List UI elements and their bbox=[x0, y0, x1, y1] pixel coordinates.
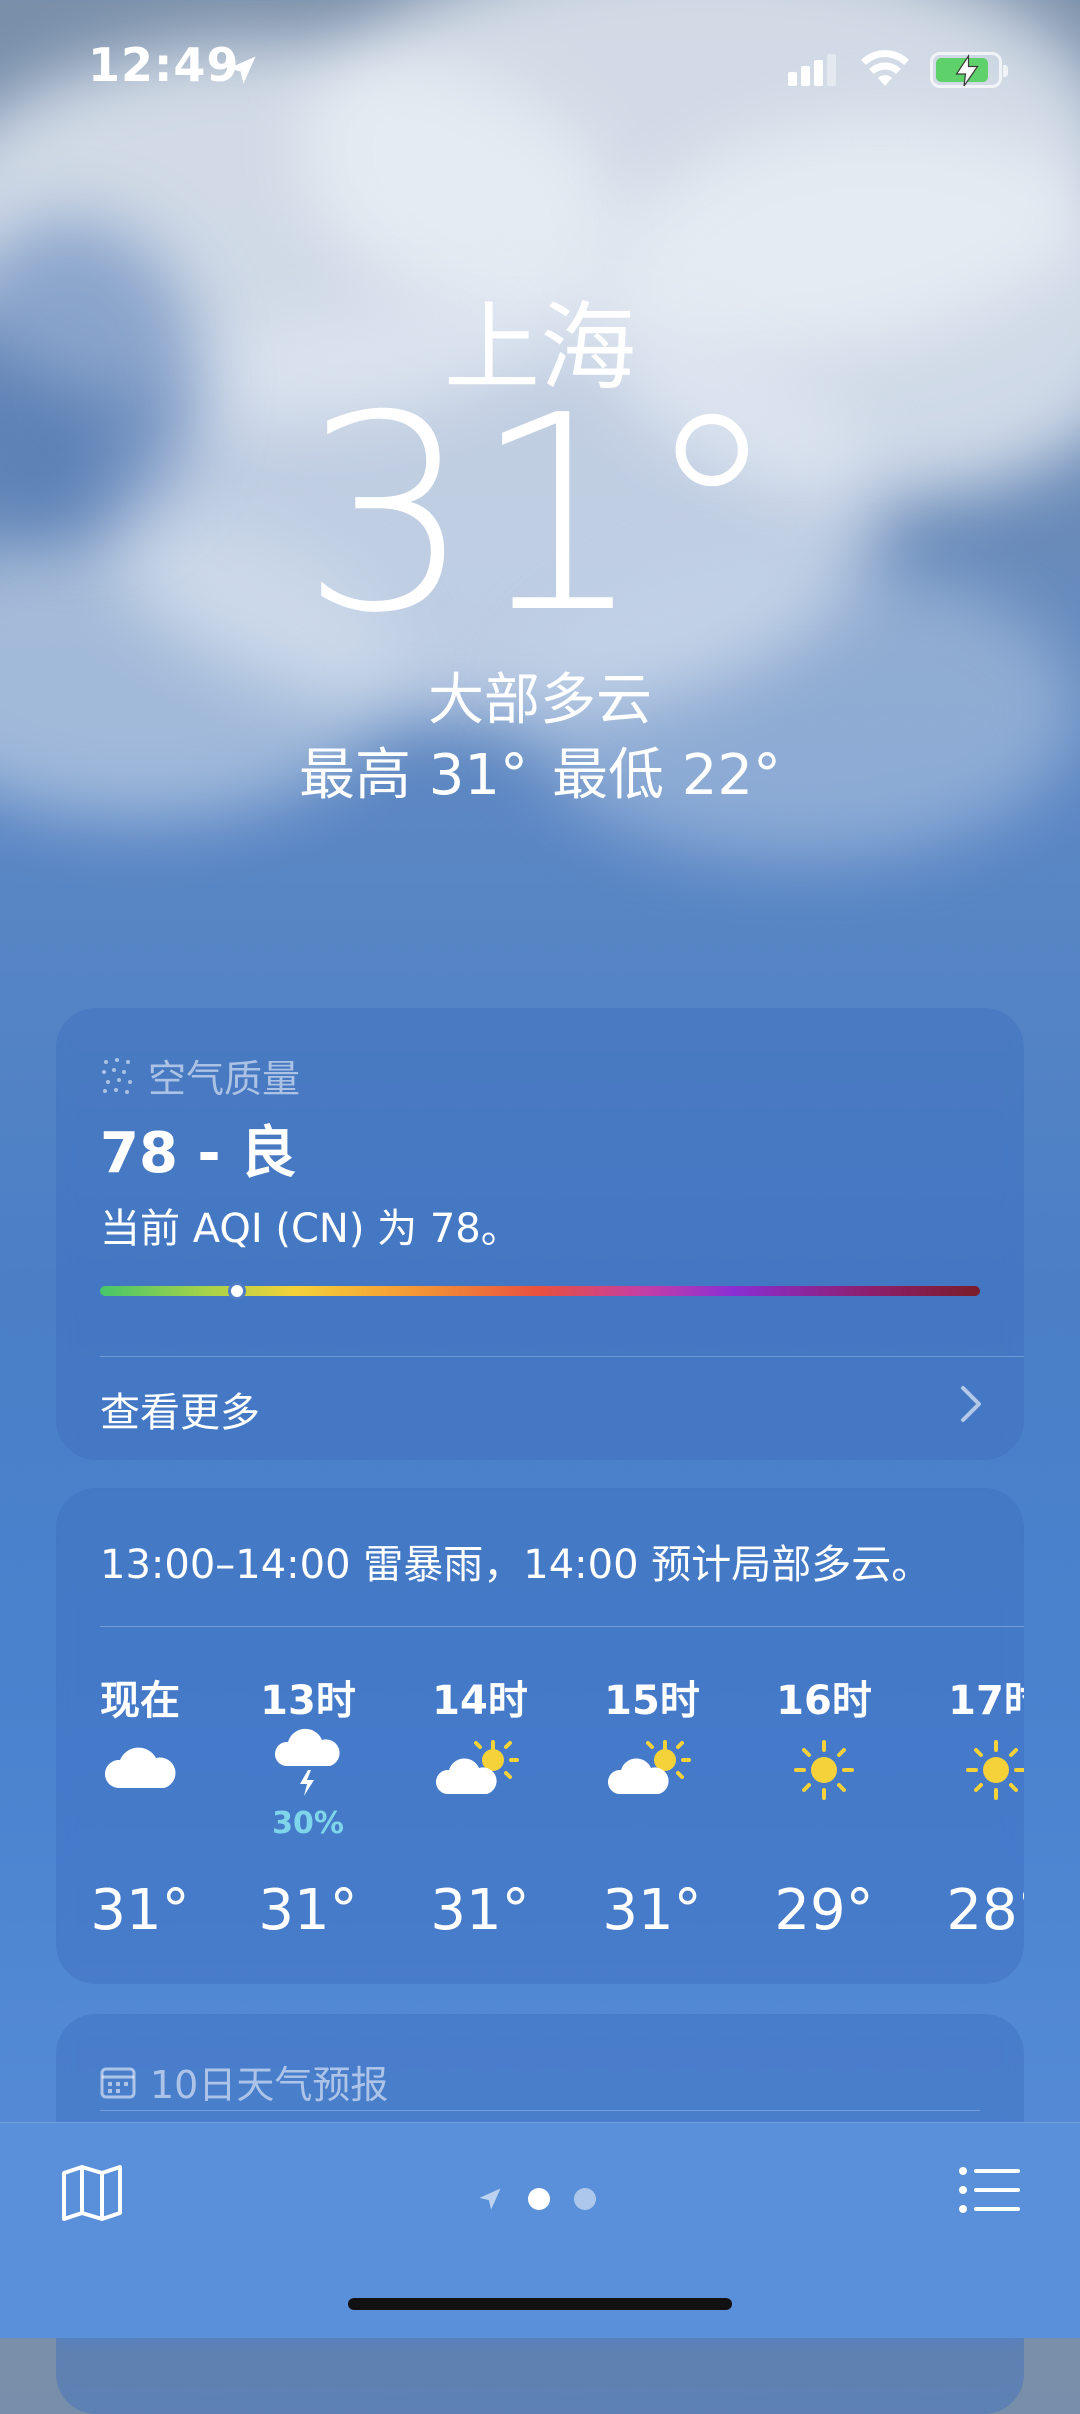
map-icon[interactable] bbox=[60, 2163, 124, 2223]
air-quality-icon bbox=[102, 1057, 132, 1094]
status-time: 12:49 bbox=[88, 38, 240, 92]
hour-item: 16时 29° bbox=[734, 1668, 914, 1943]
wifi-icon bbox=[861, 50, 909, 86]
hour-label: 17时 bbox=[948, 1678, 1024, 1724]
hour-item: 17时 28° bbox=[906, 1668, 1024, 1943]
precipitation-chance: 30% bbox=[272, 1806, 344, 1841]
cellular-signal-icon bbox=[788, 54, 840, 86]
cloud-icon bbox=[56, 1738, 230, 1828]
page-indicator[interactable] bbox=[476, 2185, 596, 2213]
divider bbox=[100, 2110, 980, 2111]
hour-label: 16时 bbox=[776, 1678, 872, 1724]
hourly-forecast-card[interactable]: 13:00–14:00 雷暴雨，14:00 预计局部多云。 现在 31° 13时… bbox=[56, 1488, 1024, 1984]
hour-item: 14时 31° bbox=[390, 1668, 570, 1943]
list-icon[interactable] bbox=[958, 2165, 1022, 2215]
hour-label: 14时 bbox=[432, 1678, 528, 1724]
current-temperature: 31° bbox=[300, 357, 780, 672]
divider bbox=[100, 1356, 1024, 1357]
calendar-icon bbox=[100, 2067, 136, 2098]
aqi-value: 78 - 良 bbox=[100, 1121, 297, 1186]
see-more-link[interactable]: 查看更多 bbox=[100, 1380, 260, 1438]
hour-temperature: 29° bbox=[774, 1878, 874, 1943]
aqi-indicator bbox=[228, 1282, 247, 1300]
battery-charging-icon bbox=[930, 52, 1008, 88]
chevron-right-icon[interactable] bbox=[958, 1384, 984, 1424]
high-temperature: 最高 31° bbox=[298, 743, 528, 808]
hour-temperature: 31° bbox=[90, 1878, 190, 1943]
divider bbox=[100, 1626, 1024, 1627]
sun-icon bbox=[906, 1738, 1024, 1828]
hour-item: 15时 31° bbox=[562, 1668, 742, 1943]
hour-temperature: 31° bbox=[430, 1878, 530, 1943]
status-bar: 12:49 bbox=[0, 0, 1080, 140]
low-temperature: 最低 22° bbox=[552, 743, 782, 808]
sun-icon bbox=[734, 1738, 914, 1828]
weather-condition: 大部多云 bbox=[428, 668, 652, 733]
thunderstorm-icon bbox=[218, 1728, 398, 1818]
air-quality-header: 空气质量 bbox=[100, 1048, 300, 1103]
hourly-list[interactable]: 现在 31° 13时 30% 31° 14时 31° 15时 31° 16时 2… bbox=[56, 1668, 1024, 1968]
page-dot[interactable] bbox=[574, 2188, 596, 2210]
hour-item: 现在 31° bbox=[56, 1668, 230, 1943]
location-arrow-icon[interactable] bbox=[476, 2185, 504, 2213]
location-arrow-icon bbox=[228, 56, 256, 84]
partly-sunny-icon bbox=[562, 1738, 742, 1828]
aqi-description: 当前 AQI (CN) 为 78。 bbox=[100, 1206, 521, 1252]
aqi-scale-bar bbox=[100, 1282, 980, 1300]
hourly-summary: 13:00–14:00 雷暴雨，14:00 预计局部多云。 bbox=[100, 1542, 932, 1588]
page-dot-active[interactable] bbox=[528, 2188, 550, 2210]
hour-label: 15时 bbox=[604, 1678, 700, 1724]
hour-temperature: 31° bbox=[258, 1878, 358, 1943]
high-low-temperature: 最高 31° 最低 22° bbox=[0, 730, 1080, 811]
hour-temperature: 31° bbox=[602, 1878, 702, 1943]
partly-sunny-icon bbox=[390, 1738, 570, 1828]
hour-temperature: 28° bbox=[946, 1878, 1024, 1943]
hour-label: 13时 bbox=[260, 1678, 356, 1724]
air-quality-card[interactable]: 空气质量 78 - 良 当前 AQI (CN) 为 78。 查看更多 bbox=[56, 1008, 1024, 1460]
air-quality-title: 空气质量 bbox=[148, 1057, 301, 1101]
hour-label: 现在 bbox=[100, 1678, 180, 1724]
ten-day-header: 10日天气预报 bbox=[100, 2054, 388, 2109]
home-indicator[interactable] bbox=[348, 2298, 732, 2310]
hour-item: 13时 30% 31° bbox=[218, 1668, 398, 1943]
ten-day-title: 10日天气预报 bbox=[150, 2063, 389, 2107]
